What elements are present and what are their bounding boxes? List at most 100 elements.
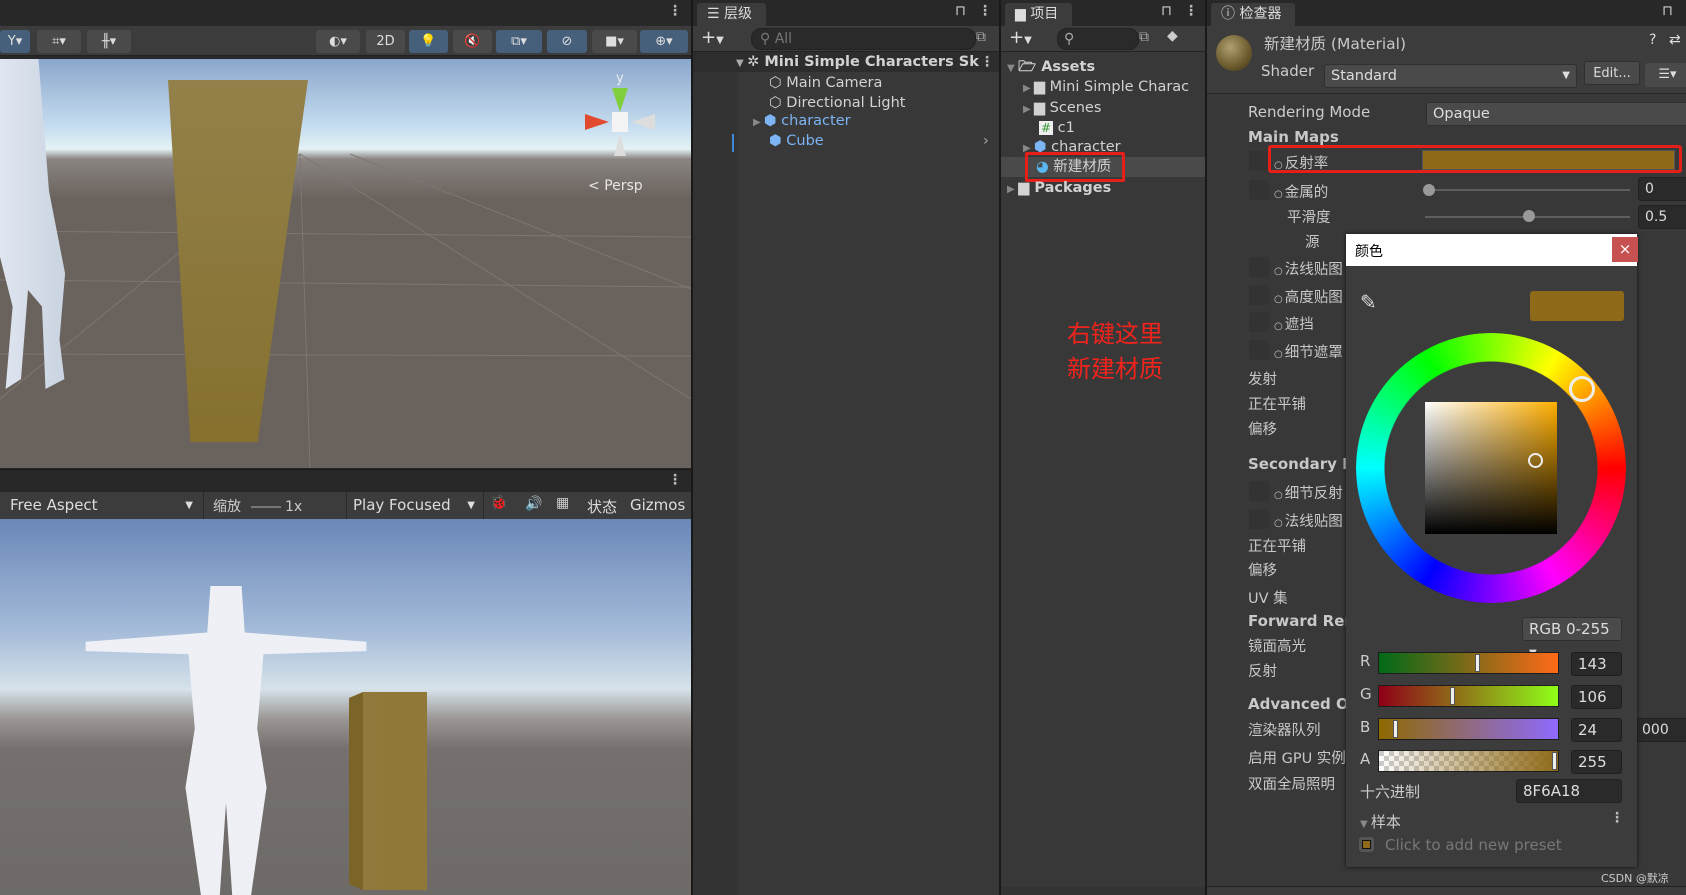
assets-folder[interactable]: ▼ 🗁 Assets: [1001, 57, 1205, 77]
texture-slot[interactable]: [1249, 509, 1269, 529]
saturation-value-square[interactable]: [1425, 402, 1557, 534]
hierarchy-item[interactable]: ⬢ Cube ›: [693, 131, 999, 151]
channel-slider-handle[interactable]: [1475, 654, 1481, 672]
hierarchy-item[interactable]: ▶ ⬢ character: [693, 111, 999, 131]
scene-row-menu-icon[interactable]: ⋮: [980, 52, 994, 72]
channel-slider[interactable]: [1378, 750, 1559, 772]
channel-slider-handle[interactable]: [1552, 752, 1557, 770]
hierarchy-search-input[interactable]: ⚲ All: [751, 28, 976, 50]
scale-slider[interactable]: 缩放 1x: [213, 492, 302, 519]
create-button[interactable]: +▼: [1009, 27, 1032, 48]
channel-value-input[interactable]: 106: [1571, 685, 1622, 709]
swatches-header[interactable]: ▼ 样本: [1360, 811, 1401, 832]
add-button[interactable]: +▼: [701, 27, 724, 48]
gizmo-x-cone[interactable]: [585, 114, 609, 130]
project-item[interactable]: ▶ ▆ Scenes: [1001, 98, 1205, 118]
texture-slot[interactable]: [1249, 481, 1269, 501]
game-view[interactable]: [0, 519, 691, 895]
project-item[interactable]: # c1: [1001, 118, 1205, 138]
channel-value-input[interactable]: 255: [1571, 750, 1622, 774]
add-preset-button[interactable]: [1359, 837, 1374, 852]
hierarchy-item[interactable]: ⬡ Directional Light: [693, 93, 999, 113]
channel-slider[interactable]: [1378, 685, 1559, 707]
project-search-input[interactable]: ⚲: [1057, 28, 1139, 50]
scale-track[interactable]: [251, 506, 281, 508]
audio-icon[interactable]: 🔊: [525, 496, 542, 512]
texture-slot[interactable]: [1249, 340, 1269, 360]
hierarchy-item[interactable]: ⬡ Main Camera: [693, 73, 999, 93]
help-icon[interactable]: ?: [1649, 32, 1656, 48]
channel-slider-handle[interactable]: [1449, 687, 1455, 705]
play-mode-dropdown[interactable]: Play Focused ▼: [346, 492, 484, 519]
lock-icon[interactable]: ⊓: [1662, 3, 1673, 19]
texture-slot[interactable]: [1249, 312, 1269, 332]
bug-icon[interactable]: 🐞: [490, 495, 507, 511]
effects-icon[interactable]: ⧉▾: [496, 30, 542, 53]
hex-input[interactable]: 8F6A18: [1516, 779, 1622, 803]
stats-button[interactable]: 状态: [587, 496, 617, 517]
swatches-menu-icon[interactable]: ⋮: [1610, 810, 1624, 826]
smoothness-slider-handle[interactable]: [1523, 210, 1535, 222]
2d-toggle[interactable]: 2D: [366, 30, 405, 53]
channel-slider[interactable]: [1378, 652, 1559, 674]
texture-slot[interactable]: [1249, 285, 1269, 305]
hierarchy-menu-icon[interactable]: ⋮: [978, 3, 992, 19]
lock-icon[interactable]: ⊓: [955, 3, 966, 19]
eyedropper-icon[interactable]: ✎: [1360, 290, 1377, 314]
camera-icon[interactable]: ■▾: [592, 30, 637, 53]
packages-folder[interactable]: ▶ ▆ Packages: [1001, 178, 1205, 198]
shader-dropdown[interactable]: Standard ▼: [1324, 64, 1577, 88]
keyboard-icon[interactable]: ▦: [556, 495, 569, 511]
scene-row[interactable]: ▼ ✲ Mini Simple Characters Sk ⋮: [693, 52, 999, 72]
tab-project[interactable]: ▆ 项目: [1005, 3, 1073, 26]
persp-label[interactable]: < Persp: [588, 178, 643, 194]
filter-type-icon[interactable]: ◆: [1167, 28, 1178, 44]
metallic-slider-handle[interactable]: [1423, 184, 1435, 196]
texture-slot[interactable]: [1249, 180, 1269, 200]
gizmos-button[interactable]: Gizmos: [630, 496, 685, 514]
smoothness-field[interactable]: 0.5: [1638, 205, 1686, 229]
gizmo-neg-x-cone[interactable]: [631, 114, 655, 130]
rendering-mode-dropdown[interactable]: Opaque: [1426, 102, 1686, 126]
settings-icon[interactable]: ⇄: [1669, 32, 1681, 48]
gizmo-neg-y-cone[interactable]: [614, 134, 626, 156]
project-menu-icon[interactable]: ⋮: [1184, 3, 1198, 19]
game-menu-icon[interactable]: ⋮: [668, 472, 682, 488]
color-mode-dropdown[interactable]: RGB 0-255 ▼: [1522, 617, 1622, 659]
grid-icon[interactable]: ╫▾: [87, 30, 131, 53]
channel-value-input[interactable]: 24: [1571, 718, 1622, 742]
scene-visibility-icon[interactable]: ⊘: [547, 30, 587, 53]
audio-mute-icon[interactable]: 🔇: [453, 30, 492, 53]
texture-slot[interactable]: [1249, 257, 1269, 277]
channel-value-input[interactable]: 143: [1571, 652, 1622, 676]
texture-slot[interactable]: [1249, 151, 1269, 171]
edit-shader-button[interactable]: Edit...: [1584, 61, 1640, 85]
saturation-value-handle[interactable]: [1527, 452, 1543, 468]
channel-slider-handle[interactable]: [1393, 720, 1399, 738]
gizmo-y-cone[interactable]: [612, 88, 628, 112]
snap-icon[interactable]: ⌗▾: [37, 30, 81, 53]
transform-tool-button[interactable]: Y▾: [0, 30, 30, 53]
scene-view[interactable]: y < Persp: [0, 59, 691, 468]
close-button[interactable]: ×: [1612, 237, 1638, 262]
tab-inspector[interactable]: ⓘ 检查器: [1211, 3, 1296, 26]
item-label: c1: [1057, 120, 1075, 136]
hue-wheel-handle[interactable]: [1569, 375, 1596, 402]
lighting-icon[interactable]: 💡: [409, 30, 448, 53]
aspect-dropdown[interactable]: Free Aspect ▼: [0, 492, 204, 519]
metallic-field[interactable]: 0: [1638, 177, 1686, 201]
project-item[interactable]: ▶ ▆ Mini Simple Charac: [1001, 77, 1205, 97]
gizmo-center-cube[interactable]: [612, 112, 628, 132]
lock-icon[interactable]: ⊓: [1161, 3, 1172, 19]
chevron-right-icon[interactable]: ›: [983, 131, 989, 151]
search-expand-icon[interactable]: ⧉: [976, 29, 986, 45]
shading-mode-button[interactable]: ◐▾: [316, 30, 360, 53]
tab-hierarchy[interactable]: ☰ 层级: [697, 3, 767, 26]
search-expand-icon[interactable]: ⧉: [1139, 29, 1149, 45]
channel-slider[interactable]: [1378, 718, 1559, 740]
shader-menu-button[interactable]: ☰▾: [1645, 63, 1686, 87]
scene-menu-icon[interactable]: ⋮: [668, 3, 682, 19]
scene-gizmo[interactable]: y: [580, 71, 660, 161]
gizmos-icon[interactable]: ⊕▾: [640, 30, 688, 53]
metallic-slider[interactable]: [1425, 189, 1630, 191]
